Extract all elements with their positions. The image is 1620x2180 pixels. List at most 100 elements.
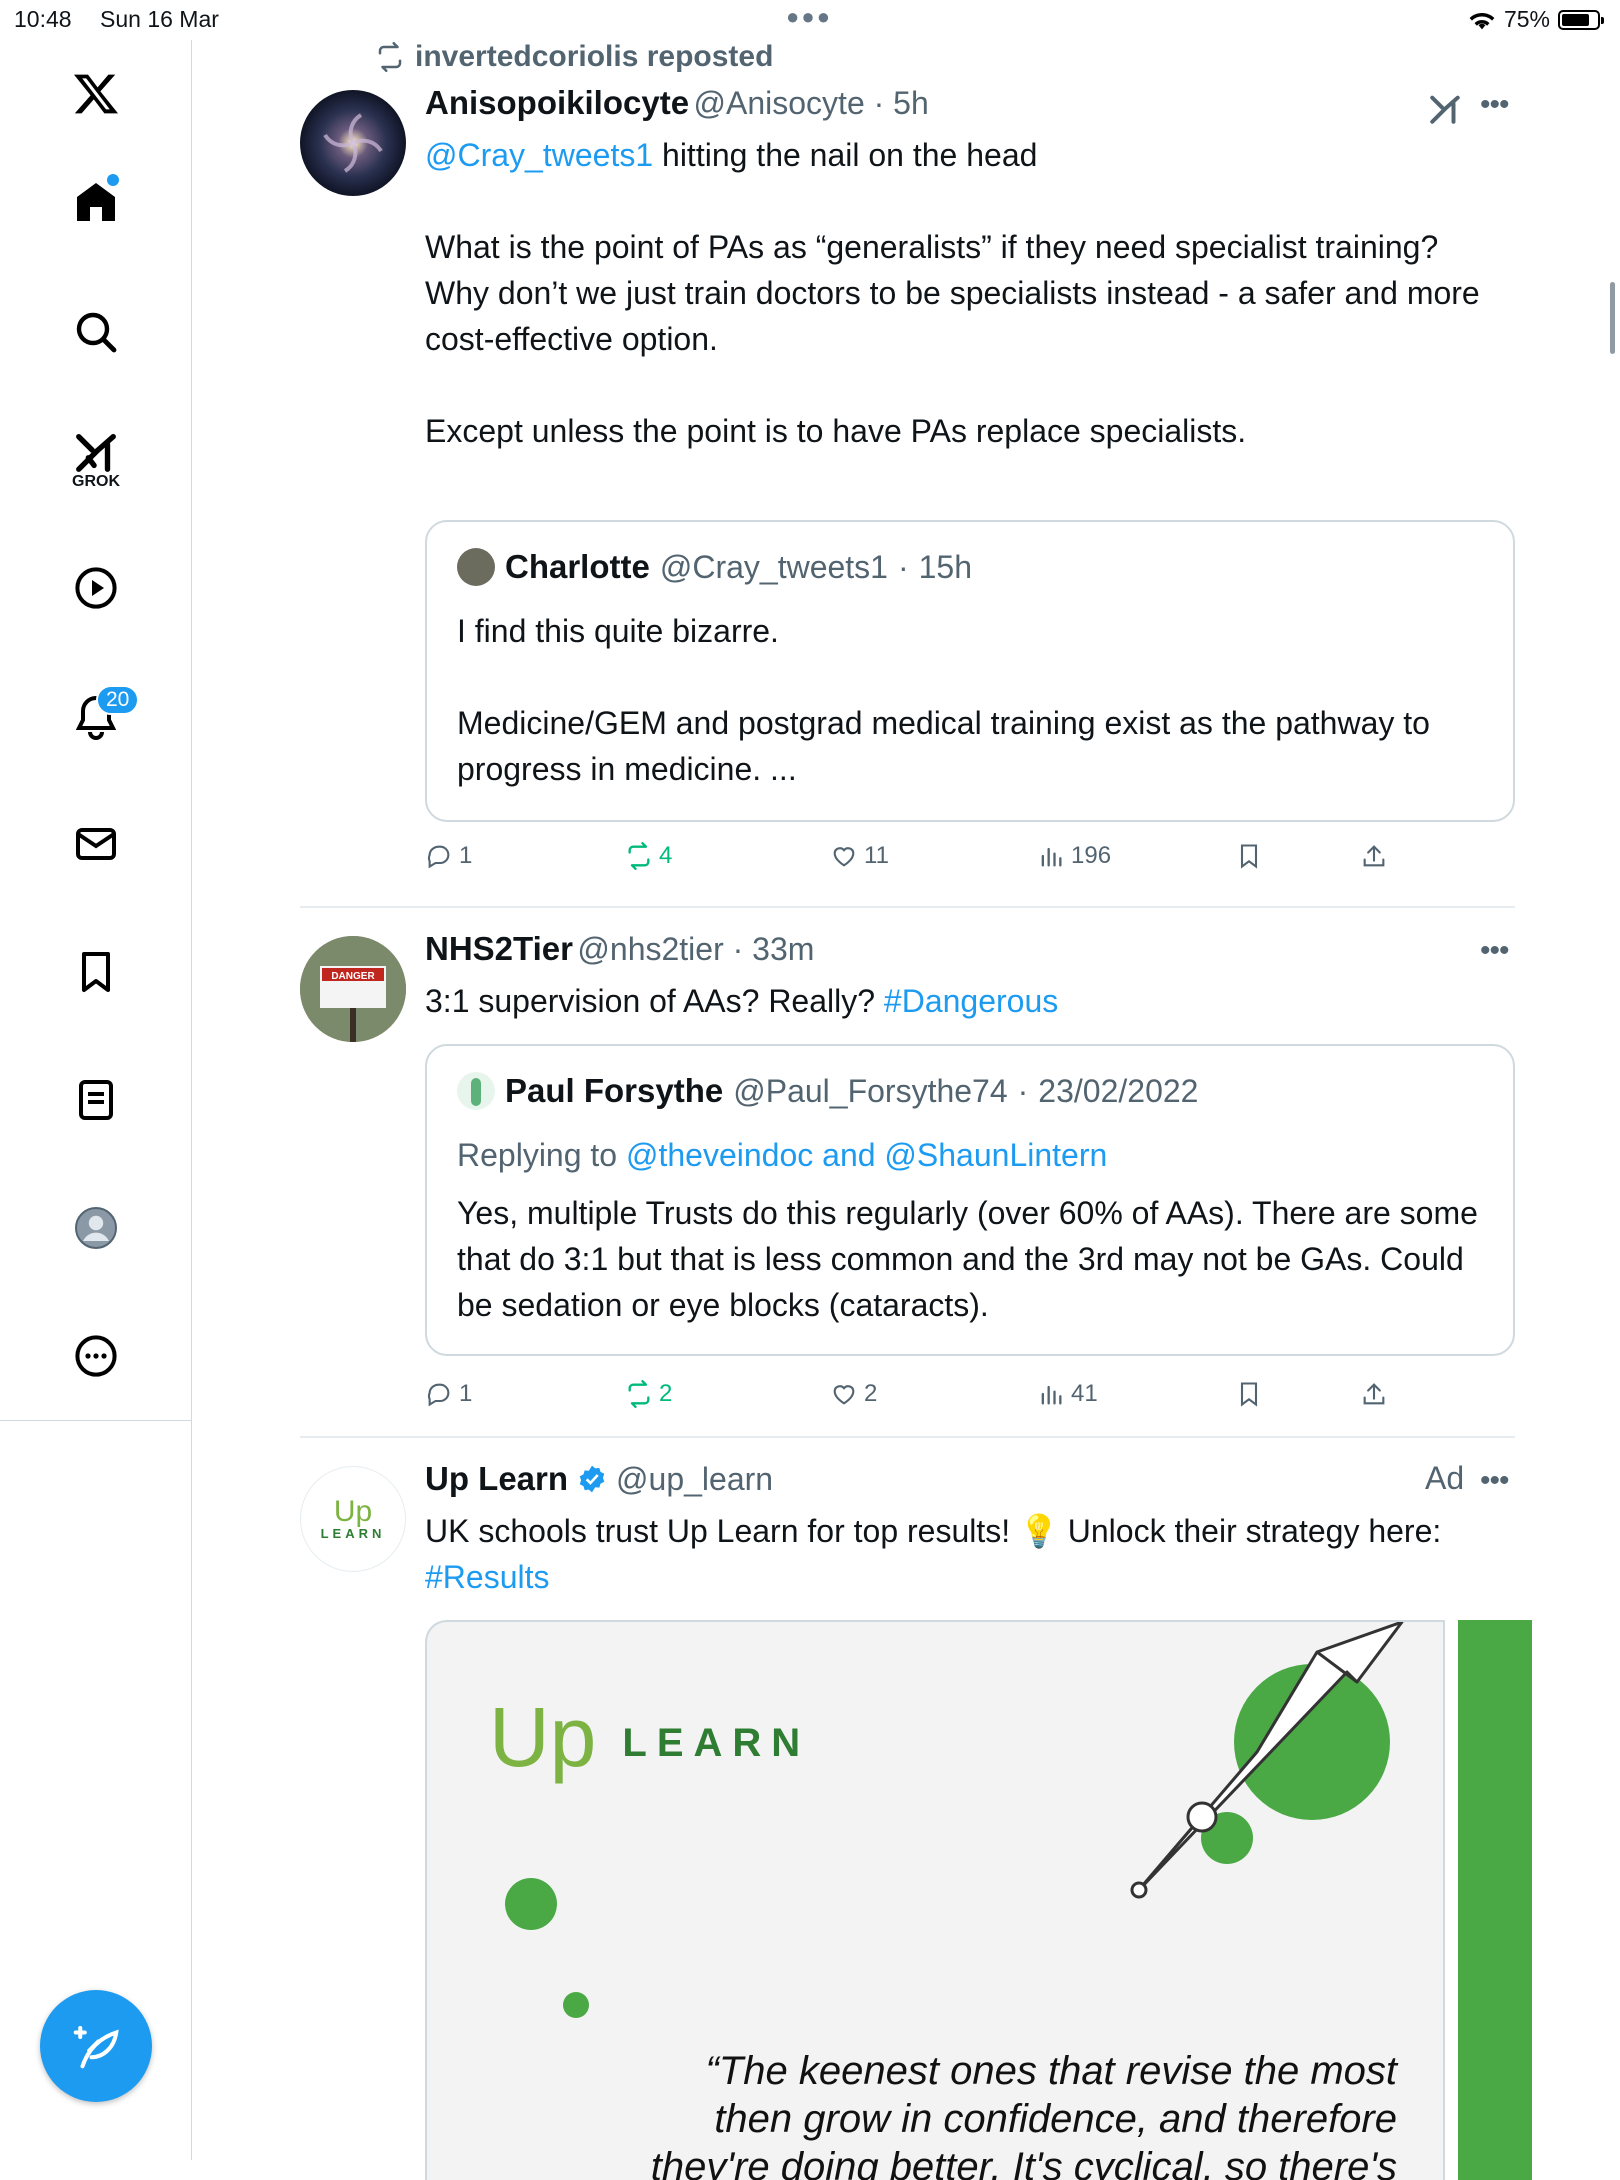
fountain-pen-illustration <box>1130 1622 1404 1899</box>
tweet-body: 3:1 supervision of AAs? Really? #Dangero… <box>425 983 1059 1019</box>
battery-percent: 75% <box>1503 6 1550 32</box>
views-button[interactable]: 41 <box>1037 1380 1098 1408</box>
more-options-icon[interactable]: ••• <box>1480 88 1509 122</box>
bookmark-button[interactable] <box>1235 1380 1263 1408</box>
author-handle[interactable]: @up_learn <box>616 1461 773 1498</box>
quoted-avatar <box>457 548 495 586</box>
tweet-time[interactable]: 5h <box>893 85 929 121</box>
video-play-icon[interactable] <box>64 556 128 620</box>
avatar[interactable]: DANGER <box>300 936 406 1042</box>
share-icon <box>1363 1383 1385 1405</box>
repost-label: invertedcoriolis reposted <box>415 40 774 73</box>
verified-badge-icon <box>579 1465 605 1493</box>
views-chart-icon <box>1041 1385 1062 1405</box>
like-button[interactable]: 2 <box>830 1380 877 1408</box>
avatar[interactable] <box>300 90 406 196</box>
status-bar: 10:48 Sun 16 Mar ● ● ● 75% <box>0 0 1620 40</box>
up-learn-logo: Up LEARN <box>489 1690 811 1784</box>
repost-icon <box>378 42 402 72</box>
profile-icon[interactable] <box>64 1196 128 1260</box>
compose-button[interactable] <box>40 1990 152 2102</box>
x-logo-icon[interactable] <box>64 62 128 126</box>
replying-to-links[interactable]: @theveindoc and @ShaunLintern <box>626 1137 1107 1173</box>
grok-icon[interactable]: GROK <box>64 418 128 502</box>
ad-media-image[interactable]: Up LEARN “The keenest ones that revise t… <box>425 1620 1445 2180</box>
compose-feather-icon <box>73 2025 119 2069</box>
more-circle-icon[interactable] <box>64 1324 128 1388</box>
reply-button[interactable]: 1 <box>425 1380 472 1408</box>
tweet-time[interactable]: 33m <box>752 931 814 967</box>
repost-button[interactable]: 2 <box>625 1380 672 1408</box>
more-options-icon[interactable]: ••• <box>1480 1464 1509 1498</box>
quoted-time: 15h <box>918 548 973 585</box>
quoted-text: Yes, multiple Trusts do this regularly (… <box>457 1195 1478 1323</box>
more-options-icon[interactable]: ••• <box>1480 934 1509 968</box>
heart-icon <box>833 1385 855 1405</box>
quoted-author-name: Charlotte <box>505 548 650 585</box>
share-button[interactable] <box>1360 1380 1388 1408</box>
quoted-text: I find this quite bizarre. <box>457 613 779 649</box>
heart-icon <box>833 847 855 867</box>
tweet-paragraph: Why don’t we just train doctors to be sp… <box>425 275 1480 357</box>
tweet-header: Anisopoikilocyte @Anisocyte · 5h <box>425 84 929 121</box>
quoted-author-handle: @Cray_tweets1 <box>659 548 888 585</box>
notifications-badge: 20 <box>96 685 140 715</box>
reply-button[interactable]: 1 <box>425 842 472 870</box>
like-button[interactable]: 11 <box>830 842 889 870</box>
lists-icon[interactable] <box>64 1068 128 1132</box>
author-name[interactable]: NHS2Tier <box>425 930 573 967</box>
hashtag-link[interactable]: #Results <box>425 1559 550 1595</box>
sidebar: GROK 20 <box>0 40 192 2160</box>
sidebar-divider <box>0 1420 191 1421</box>
svg-text:DANGER: DANGER <box>331 971 375 982</box>
tweet-actions: 1 4 11 196 <box>425 842 1425 882</box>
bookmark-icon <box>1240 844 1258 869</box>
search-icon[interactable] <box>64 300 128 364</box>
tweet-body: @Cray_tweets1 hitting the nail on the he… <box>425 132 1515 454</box>
repost-icon <box>628 1380 650 1408</box>
quoted-author-handle: @Paul_Forsythe74 <box>733 1072 1008 1109</box>
multitasking-dots-icon[interactable]: ● ● ● <box>786 4 830 30</box>
reply-icon <box>427 845 450 869</box>
decorative-dot <box>563 1992 589 2018</box>
repost-icon <box>628 842 650 870</box>
author-name[interactable]: Up Learn <box>425 1460 568 1498</box>
scrollbar[interactable] <box>1610 282 1615 354</box>
quoted-time: 23/02/2022 <box>1038 1072 1199 1109</box>
tweet-header: Up Learn @up_learn <box>425 1460 773 1498</box>
quoted-tweet[interactable]: Charlotte @Cray_tweets1 · 15h I find this … <box>425 520 1515 822</box>
grok-icon[interactable] <box>1428 92 1462 131</box>
quoted-author-name: Paul Forsythe <box>505 1072 724 1109</box>
tweet-body: UK schools trust Up Learn for top result… <box>425 1513 1442 1595</box>
bookmark-button[interactable] <box>1235 842 1263 870</box>
battery-icon <box>1558 9 1604 30</box>
messages-envelope-icon[interactable] <box>64 812 128 876</box>
tweet-divider <box>300 906 1515 908</box>
ad-label: Ad <box>1425 1460 1465 1496</box>
wifi-icon <box>1469 12 1495 29</box>
status-time: 10:48 <box>14 6 72 32</box>
share-button[interactable] <box>1360 842 1388 870</box>
author-handle[interactable]: @nhs2tier <box>577 931 723 967</box>
ad-media-next-image[interactable] <box>1458 1620 1532 2180</box>
home-unread-dot <box>107 174 119 186</box>
quoted-tweet[interactable]: Paul Forsythe @Paul_Forsythe74 · 23/02/202… <box>425 1044 1515 1356</box>
reply-icon <box>427 1383 450 1407</box>
status-date: Sun 16 Mar <box>100 6 219 32</box>
tweet-paragraph: Except unless the point is to have PAs r… <box>425 413 1247 449</box>
ad-testimonial-quote: “The keenest ones that revise the most t… <box>650 2049 1397 2180</box>
tweet-paragraph: What is the point of PAs as “generalists… <box>425 229 1439 265</box>
author-handle[interactable]: @Anisocyte <box>694 85 865 121</box>
tweet-actions: 1 2 2 41 <box>425 1380 1425 1420</box>
grok-label: GROK <box>72 473 120 490</box>
bookmarks-icon[interactable] <box>64 940 128 1004</box>
mention-link[interactable]: @Cray_tweets1 <box>425 137 653 173</box>
hashtag-link[interactable]: #Dangerous <box>884 983 1058 1019</box>
avatar[interactable]: Up LEARN <box>300 1466 406 1572</box>
views-button[interactable]: 196 <box>1037 842 1111 870</box>
tweet-header: NHS2Tier @nhs2tier · 33m <box>425 930 815 967</box>
repost-button[interactable]: 4 <box>625 842 672 870</box>
decorative-dot <box>505 1878 557 1930</box>
share-icon <box>1363 845 1385 867</box>
author-name[interactable]: Anisopoikilocyte <box>425 84 689 121</box>
